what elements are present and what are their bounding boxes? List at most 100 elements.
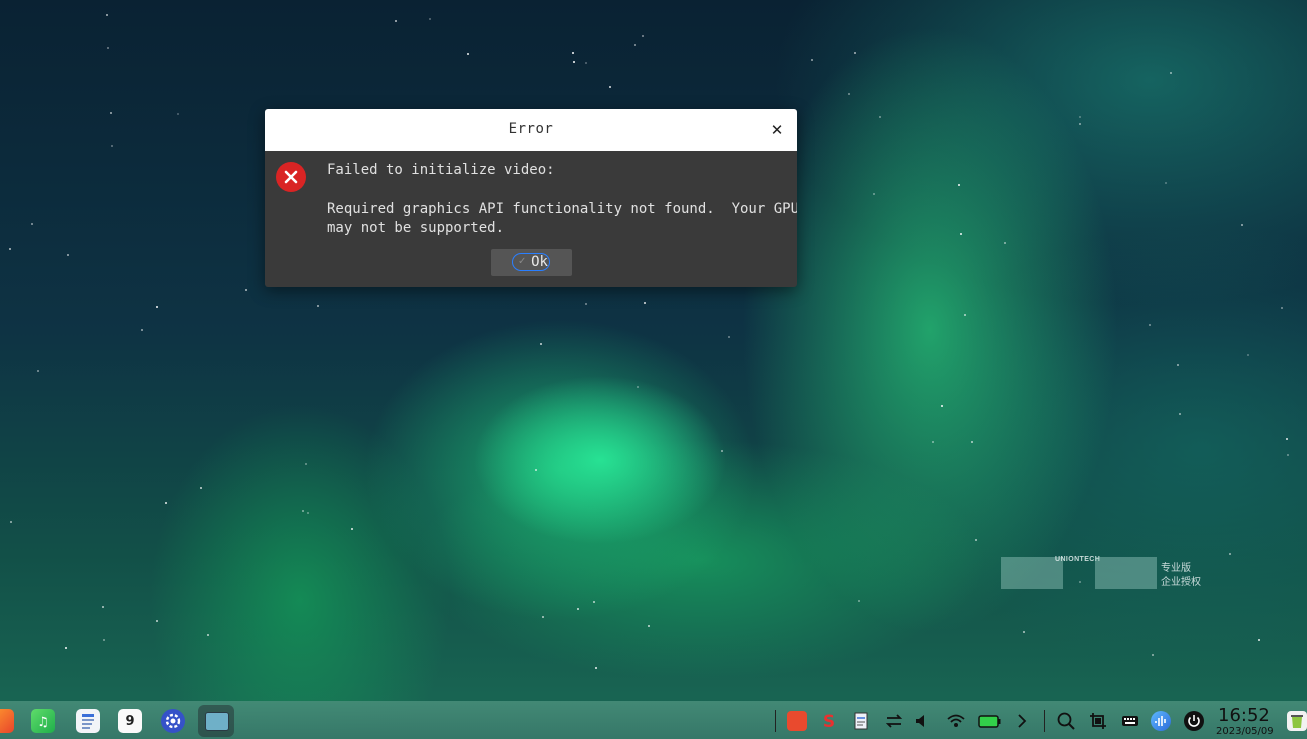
keyboard-icon[interactable]: [1120, 711, 1140, 731]
error-message-heading: Failed to initialize video:: [327, 162, 555, 178]
star: [540, 343, 542, 345]
battery-icon[interactable]: [978, 711, 1002, 731]
network-transfer-icon[interactable]: [884, 711, 904, 731]
watermark-license: 企业授权: [1161, 577, 1201, 588]
calendar-day: 9: [125, 714, 135, 729]
star: [110, 112, 112, 114]
star: [1004, 242, 1006, 244]
star: [728, 336, 730, 338]
star: [1229, 553, 1231, 555]
star: [535, 469, 537, 471]
tray-separator: [775, 710, 776, 732]
star: [879, 116, 881, 118]
photos-app-icon[interactable]: [0, 709, 14, 733]
document-viewer-icon[interactable]: [76, 709, 100, 733]
star: [207, 634, 209, 636]
star: [165, 502, 167, 504]
star: [106, 14, 108, 16]
star: [644, 302, 646, 304]
star: [1152, 654, 1154, 656]
star: [873, 193, 875, 195]
star: [429, 18, 431, 20]
star: [317, 305, 319, 307]
star: [156, 620, 158, 622]
star: [111, 145, 113, 147]
star: [10, 521, 12, 523]
star: [9, 248, 11, 250]
expand-tray-icon[interactable]: [1012, 711, 1032, 731]
ok-button[interactable]: ✓ Ok: [491, 249, 572, 276]
terminal-screen: [205, 712, 229, 731]
star: [1286, 438, 1288, 440]
star: [67, 254, 69, 256]
app-store-icon[interactable]: [787, 711, 807, 731]
star: [141, 329, 143, 331]
star: [1287, 454, 1289, 456]
star: [585, 62, 587, 64]
star: [609, 86, 611, 88]
notes-icon[interactable]: [851, 711, 871, 731]
star: [65, 647, 67, 649]
input-method-icon[interactable]: S: [819, 711, 839, 732]
star: [1258, 639, 1260, 641]
watermark-brand: UNIONTECH: [1055, 556, 1101, 563]
star: [964, 314, 966, 316]
clock-date[interactable]: 2023/05/09: [1216, 726, 1274, 737]
svg-text:S: S: [823, 712, 835, 731]
close-button[interactable]: ✕: [767, 120, 787, 140]
svg-text:♫: ♫: [37, 715, 49, 730]
star: [932, 441, 934, 443]
music-app-icon[interactable]: ♫: [31, 709, 55, 733]
star: [107, 47, 109, 49]
settings-app-icon[interactable]: [161, 709, 185, 733]
star: [1023, 631, 1025, 633]
star: [1149, 324, 1151, 326]
star: [177, 113, 179, 115]
star: [721, 450, 723, 452]
error-icon: [276, 162, 306, 192]
star: [1165, 182, 1167, 184]
star: [637, 386, 639, 388]
star: [1079, 116, 1081, 118]
star: [37, 370, 39, 372]
error-x-glyph: [284, 170, 298, 184]
terminal-app-icon[interactable]: [198, 705, 234, 737]
star: [395, 20, 397, 22]
star: [634, 44, 636, 46]
watermark-edition: 专业版: [1161, 563, 1191, 574]
assistant-icon[interactable]: [1151, 711, 1171, 731]
dialog-titlebar[interactable]: Error ✕: [265, 109, 797, 151]
search-icon[interactable]: [1056, 711, 1076, 731]
star: [302, 510, 304, 512]
screenshot-icon[interactable]: [1088, 711, 1108, 731]
star: [1247, 354, 1249, 356]
star: [102, 606, 104, 608]
star: [595, 667, 597, 669]
watermark-logo-right: [1095, 557, 1157, 589]
star: [1241, 224, 1243, 226]
star: [960, 233, 962, 235]
wifi-icon[interactable]: [946, 711, 966, 731]
ok-button-label: Ok: [531, 254, 548, 270]
star: [648, 625, 650, 627]
star: [542, 616, 544, 618]
license-watermark: UNIONTECH 专业版 企业授权: [1001, 555, 1211, 591]
calendar-app-icon[interactable]: 9: [118, 709, 142, 733]
star: [305, 463, 307, 465]
star: [245, 289, 247, 291]
star: [31, 223, 33, 225]
power-icon[interactable]: [1184, 711, 1204, 731]
volume-icon[interactable]: [912, 711, 932, 731]
star: [156, 306, 158, 308]
clock-time[interactable]: 16:52: [1218, 705, 1270, 726]
taskbar: ♫ 9 S 16:52 2023/05/09: [0, 701, 1307, 739]
star: [854, 52, 856, 54]
trash-icon[interactable]: [1287, 711, 1307, 731]
star: [1079, 123, 1081, 125]
dialog-title: Error: [508, 121, 554, 137]
star: [572, 52, 574, 54]
star: [642, 35, 644, 37]
tray-separator-2: [1044, 710, 1045, 732]
star: [971, 441, 973, 443]
star: [103, 639, 105, 641]
